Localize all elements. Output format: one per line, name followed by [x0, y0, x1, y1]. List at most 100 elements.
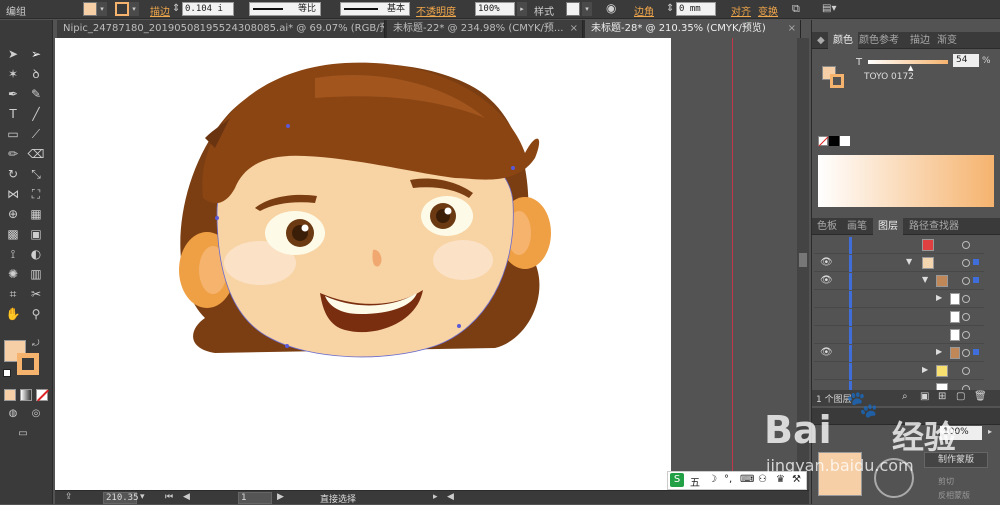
expand-arrow-icon[interactable]: ▼	[906, 257, 912, 266]
eraser-icon[interactable]: ⌫	[27, 146, 45, 163]
layer-row[interactable]: ▶	[814, 291, 984, 308]
tab-untitled-22[interactable]: 未标题-22* @ 234.98% (CMYK/预... ×	[387, 20, 583, 38]
tab-pathfinder[interactable]: 路径查找器	[904, 218, 964, 235]
keyboard-icon[interactable]: ⌨	[740, 474, 754, 485]
layer-row[interactable]	[814, 327, 984, 344]
transform-link[interactable]: 变换	[758, 3, 778, 18]
tint-slider-handle[interactable]: ▲	[908, 64, 913, 72]
tab-swatches[interactable]: 色板	[812, 218, 842, 235]
curvature-tool-icon[interactable]: ✎	[27, 86, 45, 103]
color-spectrum[interactable]	[818, 155, 994, 207]
column-graph-icon[interactable]: ▥	[27, 266, 45, 283]
status-menu-icon[interactable]: ▸	[433, 492, 438, 502]
lasso-icon[interactable]: ꝺ	[27, 66, 45, 83]
tint-input[interactable]: 54	[953, 54, 979, 67]
variable-width-profile[interactable]: 等比	[249, 2, 321, 16]
layer-row[interactable]: 👁 ▼	[814, 273, 984, 290]
ime-logo-icon[interactable]: S	[670, 473, 684, 487]
artboard[interactable]	[55, 38, 671, 490]
zoom-tool-icon[interactable]: ⚲	[27, 306, 45, 323]
recolor-icon[interactable]: ◉	[606, 1, 616, 15]
eyedropper-icon[interactable]: ⟟	[4, 246, 22, 263]
next-artboard-icon[interactable]: ▶	[277, 492, 284, 502]
ime-mode-label[interactable]: 五	[690, 474, 700, 489]
layer-row[interactable]: 👁 ▼	[814, 255, 984, 272]
color-mode-icon[interactable]	[4, 389, 16, 401]
close-icon[interactable]: ×	[570, 20, 578, 38]
tab-layers[interactable]: 图层	[873, 218, 903, 235]
type-tool-icon[interactable]: T	[4, 106, 22, 123]
stroke-label[interactable]: 描边	[150, 3, 170, 18]
rectangle-tool-icon[interactable]: ▭	[4, 126, 22, 143]
target-icon[interactable]	[962, 349, 970, 357]
tab-untitled-28[interactable]: 未标题-28* @ 210.35% (CMYK/预览) ×	[585, 20, 801, 38]
scrollbar-thumb[interactable]	[799, 253, 807, 267]
mesh-tool-icon[interactable]: ▩	[4, 226, 22, 243]
panel-menu-icon[interactable]: ▤▾	[822, 3, 836, 14]
none-mode-icon[interactable]	[36, 389, 50, 402]
layer-row[interactable]	[814, 237, 984, 254]
brush-definition[interactable]: 基本	[340, 2, 410, 16]
default-colors-icon[interactable]	[3, 369, 11, 377]
layer-row[interactable]: 👁 ▶	[814, 345, 984, 362]
isolate-icon[interactable]: ⧉	[792, 2, 800, 16]
width-tool-icon[interactable]: ⋈	[4, 186, 22, 203]
target-icon[interactable]	[962, 241, 970, 249]
black-color-chip[interactable]	[829, 136, 839, 146]
opacity-label[interactable]: 不透明度	[416, 3, 456, 18]
prev-artboard-icon[interactable]: ◀	[183, 492, 190, 502]
blend-tool-icon[interactable]: ◐	[27, 246, 45, 263]
opacity-dropdown[interactable]: ▸	[517, 2, 527, 16]
style-dropdown[interactable]: ▾	[582, 2, 592, 16]
corner-input[interactable]: 0 mm	[676, 2, 716, 16]
white-color-chip[interactable]	[840, 136, 850, 146]
tab-color-guide[interactable]: 颜色参考	[854, 32, 904, 49]
layer-row[interactable]	[814, 309, 984, 326]
target-icon[interactable]	[962, 367, 970, 375]
color-stroke-box[interactable]	[830, 74, 844, 88]
eye-icon[interactable]: 👁	[820, 347, 833, 358]
corner-stepper-icon[interactable]: ⇕	[666, 3, 674, 14]
align-link[interactable]: 对齐	[731, 3, 751, 18]
moon-icon[interactable]: ☽	[708, 474, 717, 485]
draw-behind-icon[interactable]: ◎	[27, 405, 45, 422]
corner-label[interactable]: 边角	[634, 3, 654, 18]
draw-mode-icon[interactable]: ◍	[4, 405, 22, 422]
eye-icon[interactable]: 👁	[820, 275, 833, 286]
gradient-tool-icon[interactable]: ▣	[27, 226, 45, 243]
perspective-grid-icon[interactable]: ▦	[27, 206, 45, 223]
first-artboard-icon[interactable]: ⏮	[165, 492, 173, 502]
artboard-tool-icon[interactable]: ⌗	[4, 286, 22, 303]
pencil-icon[interactable]: ✏	[4, 146, 22, 163]
expand-arrow-icon[interactable]: ▶	[922, 365, 928, 374]
target-icon[interactable]	[962, 313, 970, 321]
expand-arrow-icon[interactable]: ▼	[922, 275, 928, 284]
stroke-dropdown[interactable]: ▾	[129, 2, 139, 16]
tab-gradient[interactable]: 渐变	[932, 32, 962, 49]
slice-tool-icon[interactable]: ✂	[27, 286, 45, 303]
free-transform-icon[interactable]: ⛶	[27, 186, 45, 203]
stroke-swatch[interactable]	[115, 2, 129, 16]
swap-colors-icon[interactable]: ⤾	[32, 339, 40, 349]
target-icon[interactable]	[962, 331, 970, 339]
fill-swatch[interactable]	[83, 2, 97, 16]
tab-brushes[interactable]: 画笔	[842, 218, 872, 235]
style-swatch[interactable]	[566, 2, 580, 16]
punctuation-icon[interactable]: °,	[724, 474, 732, 485]
rotate-tool-icon[interactable]: ↻	[4, 166, 22, 183]
zoom-input[interactable]: 210.35	[103, 492, 139, 504]
screen-mode-icon[interactable]: ▭	[14, 425, 32, 442]
close-icon[interactable]: ×	[788, 20, 796, 38]
pen-tool-icon[interactable]: ✒	[4, 86, 22, 103]
magic-wand-icon[interactable]: ✶	[4, 66, 22, 83]
paintbrush-icon[interactable]: ⟋	[27, 126, 45, 143]
zoom-dropdown-icon[interactable]: ▾	[140, 492, 145, 502]
stroke-stepper-icon[interactable]: ⇕	[172, 3, 180, 14]
tab-stroke[interactable]: 描边	[905, 32, 935, 49]
target-icon[interactable]	[962, 277, 970, 285]
shape-builder-icon[interactable]: ⊕	[4, 206, 22, 223]
scale-tool-icon[interactable]: ⤡	[27, 166, 45, 183]
symbol-sprayer-icon[interactable]: ✺	[4, 266, 22, 283]
cartoon-face-illustration[interactable]	[55, 38, 671, 490]
selection-tool-icon[interactable]: ➤	[4, 46, 22, 63]
